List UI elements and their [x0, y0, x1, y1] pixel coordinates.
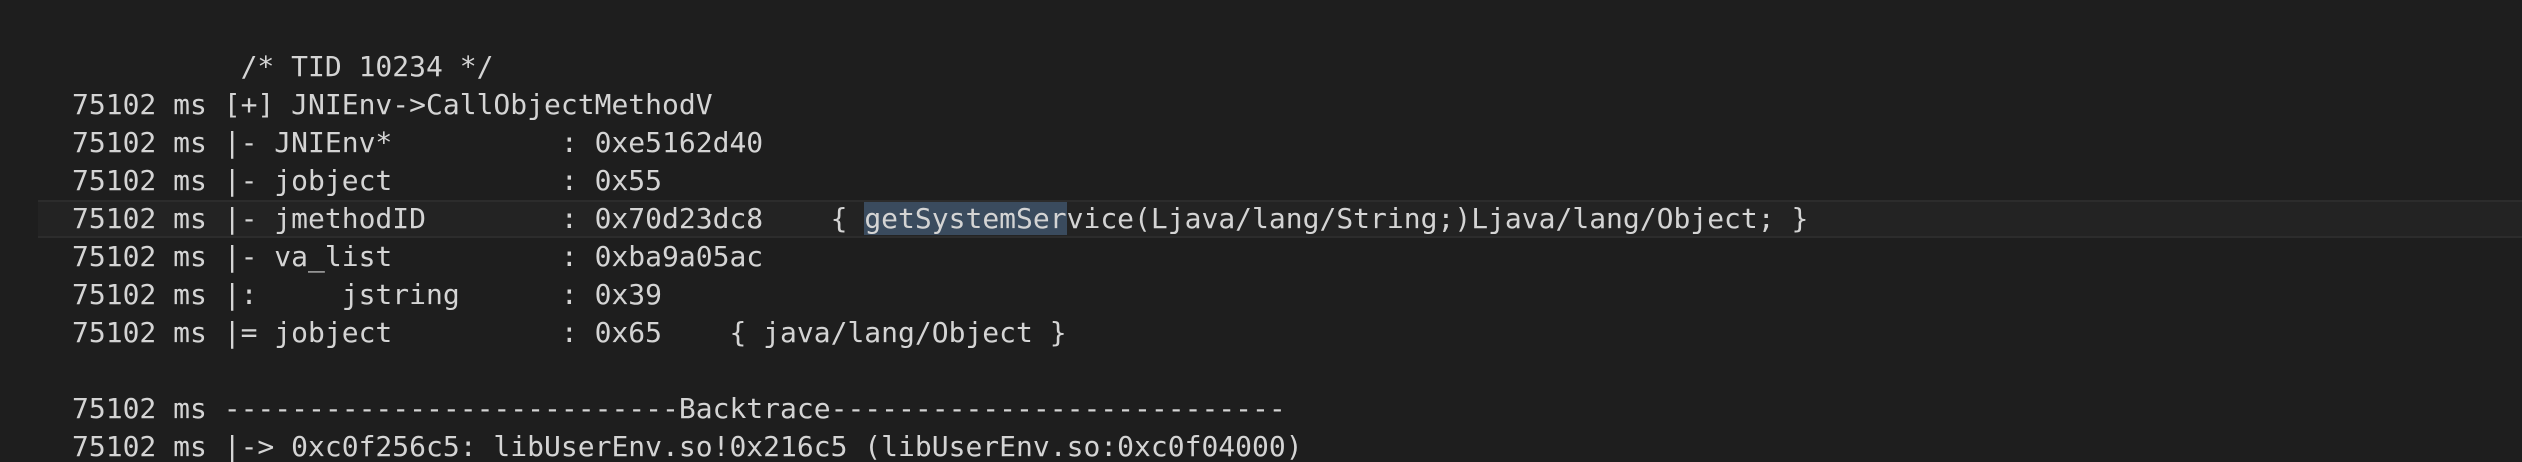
editor-line-9-blank[interactable]	[0, 352, 2522, 390]
selected-text[interactable]: getSystemSer	[864, 202, 1067, 235]
editor-line-7[interactable]: 75102 ms |: jstring : 0x39	[0, 276, 2522, 314]
line-text-before-selection: 75102 ms |- jmethodID : 0x70d23dc8 {	[72, 202, 865, 235]
line-text-after-selection: vice(Ljava/lang/String;)Ljava/lang/Objec…	[1066, 202, 1809, 235]
editor-line-3[interactable]: 75102 ms |- JNIEnv* : 0xe5162d40	[0, 124, 2522, 162]
editor-lines: /* TID 10234 */ 75102 ms [+] JNIEnv->Cal…	[0, 48, 2522, 462]
editor-line-1[interactable]: /* TID 10234 */	[0, 48, 2522, 86]
editor-line-10[interactable]: 75102 ms ---------------------------Back…	[0, 390, 2522, 428]
editor-line-6[interactable]: 75102 ms |- va_list : 0xba9a05ac	[0, 238, 2522, 276]
code-editor[interactable]: /* TID 10234 */ 75102 ms [+] JNIEnv->Cal…	[0, 0, 2522, 462]
editor-line-8[interactable]: 75102 ms |= jobject : 0x65 { java/lang/O…	[0, 314, 2522, 352]
editor-line-4[interactable]: 75102 ms |- jobject : 0x55	[0, 162, 2522, 200]
editor-line-5-current[interactable]: 75102 ms |- jmethodID : 0x70d23dc8 { get…	[38, 200, 2522, 238]
editor-line-11[interactable]: 75102 ms |-> 0xc0f256c5: libUserEnv.so!0…	[0, 428, 2522, 462]
editor-line-2[interactable]: 75102 ms [+] JNIEnv->CallObjectMethodV	[0, 86, 2522, 124]
